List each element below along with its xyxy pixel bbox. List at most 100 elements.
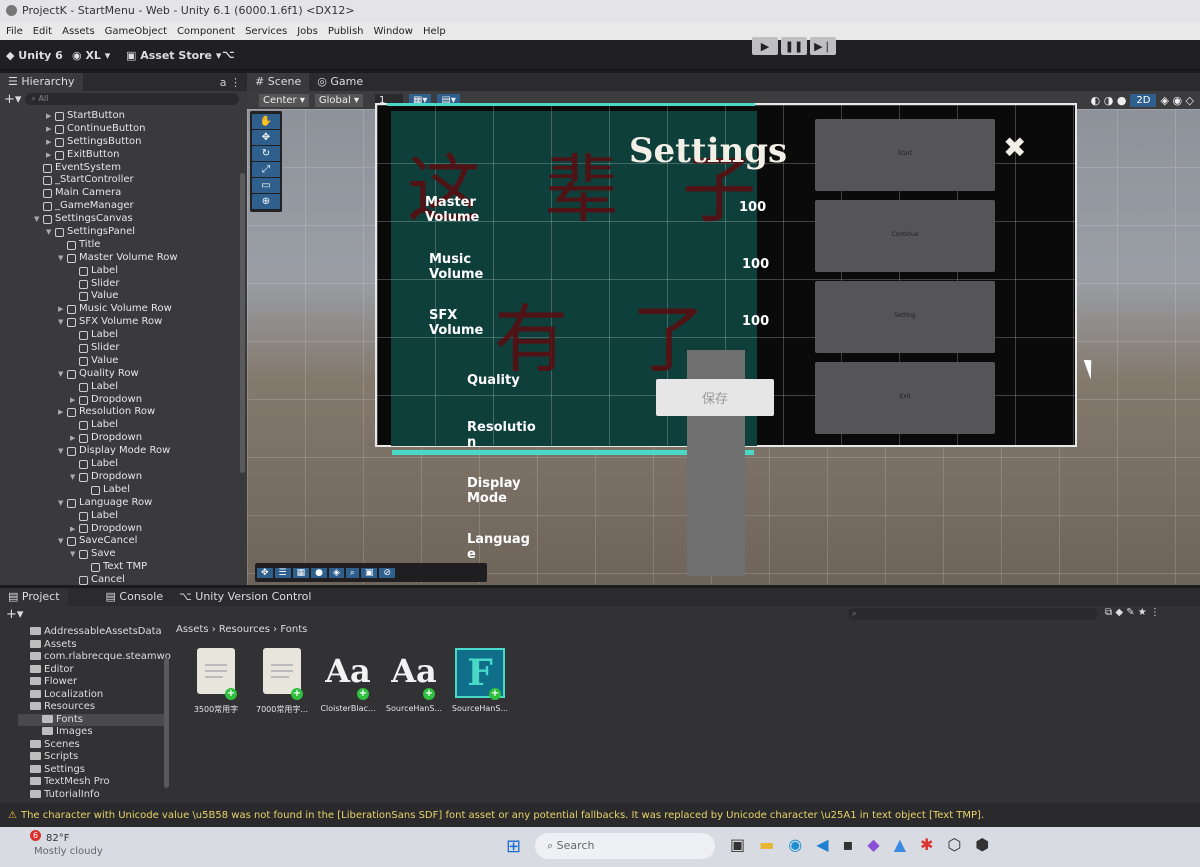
hierarchy-item[interactable]: ▼ SaveCancel xyxy=(0,535,247,548)
task-view-icon[interactable]: ▣ xyxy=(730,835,745,854)
tab-hierarchy[interactable]: ☰ Hierarchy xyxy=(0,73,83,91)
breadcrumb-resources[interactable]: Resources xyxy=(219,624,270,635)
menu-item-window[interactable]: Window xyxy=(374,26,413,37)
hierarchy-item[interactable]: ▶ Dropdown xyxy=(0,394,247,407)
expand-arrow-icon[interactable]: ▶ xyxy=(70,523,79,536)
transform-tool-icon[interactable]: ⊕ xyxy=(252,194,280,209)
hierarchy-item[interactable]: _GameManager xyxy=(0,200,247,213)
hierarchy-item[interactable]: Slider xyxy=(0,342,247,355)
unity-editor-icon[interactable]: ⬢ xyxy=(975,835,989,854)
edge-icon[interactable]: ◉ xyxy=(788,835,802,854)
asset-tile[interactable]: Aa + SourceHanS... xyxy=(383,648,445,715)
hierarchy-item[interactable]: Label xyxy=(0,510,247,523)
expand-arrow-icon[interactable]: ▼ xyxy=(58,252,67,265)
tab-game[interactable]: ◎ Game xyxy=(309,73,371,91)
play-icon[interactable]: ▶ xyxy=(752,37,778,55)
tab-scene[interactable]: # Scene xyxy=(247,73,310,91)
expand-arrow-icon[interactable]: ▼ xyxy=(58,316,67,329)
asset-tile[interactable]: F + SourceHanS... xyxy=(449,648,511,715)
hierarchy-item[interactable]: Label xyxy=(0,381,247,394)
overlay-move-icon[interactable]: ✥ xyxy=(257,567,273,578)
hierarchy-item[interactable]: _StartController xyxy=(0,174,247,187)
breadcrumb-assets[interactable]: Assets xyxy=(176,624,209,635)
console-status-bar[interactable]: ⚠ The character with Unicode value \u5B5… xyxy=(0,803,1200,827)
expand-arrow-icon[interactable]: ▼ xyxy=(70,471,79,484)
taskbar-search-input[interactable]: ⌕ Search xyxy=(535,833,715,859)
expand-arrow-icon[interactable]: ▼ xyxy=(58,497,67,510)
hierarchy-item[interactable]: Cancel xyxy=(0,574,247,587)
hierarchy-item[interactable]: ▶ ExitButton xyxy=(0,149,247,162)
hierarchy-item[interactable]: Main Camera xyxy=(0,187,247,200)
hierarchy-item[interactable]: Label xyxy=(0,265,247,278)
expand-arrow-icon[interactable]: ▶ xyxy=(70,394,79,407)
account-button[interactable]: ◉ XL ▾ xyxy=(72,49,110,62)
overlay-compass-icon[interactable]: ⊘ xyxy=(379,567,396,578)
project-folder[interactable]: AddressableAssetsData xyxy=(18,626,168,639)
project-folder[interactable]: Scripts xyxy=(18,751,168,764)
hierarchy-item[interactable]: Title xyxy=(0,239,247,252)
expand-arrow-icon[interactable]: ▼ xyxy=(46,226,55,239)
hierarchy-item[interactable]: ▼ SettingsPanel xyxy=(0,226,247,239)
overlay-layers-icon[interactable]: ◈ xyxy=(329,567,344,578)
project-filter-icons[interactable]: ⧉ ◆ ✎ ★ ⋮ xyxy=(1105,607,1160,618)
file-explorer-icon[interactable]: ▬ xyxy=(759,835,774,854)
project-folder[interactable]: Assets xyxy=(18,639,168,652)
hierarchy-item[interactable]: ▶ StartButton xyxy=(0,110,247,123)
tab-version-control[interactable]: ⌥ Unity Version Control xyxy=(171,588,319,606)
hierarchy-item[interactable]: Value xyxy=(0,290,247,303)
scene-view[interactable]: # Scene ◎ Game Center ▾ Global ▾ 1 ▦▾ ▤▾… xyxy=(247,73,1200,585)
project-folder[interactable]: TutorialInfo xyxy=(18,789,168,802)
menu-item-jobs[interactable]: Jobs xyxy=(297,26,318,37)
expand-arrow-icon[interactable]: ▶ xyxy=(46,149,55,162)
close-icon[interactable]: ✖ xyxy=(1003,131,1026,164)
unity-hub-icon[interactable]: ⬡ xyxy=(947,835,961,854)
asset-tile[interactable]: +3500常用字 xyxy=(185,648,247,715)
overlay-search-icon[interactable]: ⌕ xyxy=(345,567,359,578)
menu-item-assets[interactable]: Assets xyxy=(62,26,95,37)
hierarchy-item[interactable]: Label xyxy=(0,419,247,432)
expand-arrow-icon[interactable]: ▼ xyxy=(34,213,43,226)
hierarchy-item[interactable]: Label xyxy=(0,458,247,471)
project-folder[interactable]: Resources xyxy=(18,701,168,714)
menu-item-services[interactable]: Services xyxy=(245,26,287,37)
add-icon[interactable]: +▾ xyxy=(4,92,21,107)
hierarchy-item[interactable]: EventSystem xyxy=(0,162,247,175)
space-dropdown[interactable]: Global ▾ xyxy=(314,93,363,107)
photos-icon[interactable]: ▲ xyxy=(894,835,906,854)
visibility-icon[interactable]: ◈ ◉ ◇ xyxy=(1160,94,1194,107)
hierarchy-item[interactable]: Slider xyxy=(0,278,247,291)
overlay-camera-icon[interactable]: ▣ xyxy=(360,567,378,578)
expand-arrow-icon[interactable]: ▼ xyxy=(58,368,67,381)
hierarchy-item[interactable]: ▶ Dropdown xyxy=(0,432,247,445)
version-control-icon[interactable]: ⌥ xyxy=(222,48,235,61)
expand-arrow-icon[interactable]: ▶ xyxy=(58,406,67,419)
hierarchy-item[interactable]: ▼ Save xyxy=(0,548,247,561)
app-icon[interactable]: ◆ xyxy=(867,835,879,854)
pivot-dropdown[interactable]: Center ▾ xyxy=(259,93,309,107)
save-button[interactable]: 保存 xyxy=(656,379,774,416)
breadcrumb-fonts[interactable]: Fonts xyxy=(280,624,307,635)
project-folder[interactable]: Scenes xyxy=(18,739,168,752)
rotate-tool-icon[interactable]: ↻ xyxy=(252,146,280,161)
project-folder[interactable]: Settings xyxy=(18,764,168,777)
mode-2d-button[interactable]: 2D xyxy=(1130,93,1157,107)
vscode-icon[interactable]: ◀ xyxy=(816,835,828,854)
hierarchy-item[interactable]: Label xyxy=(0,484,247,497)
expand-arrow-icon[interactable]: ▶ xyxy=(70,432,79,445)
project-folder[interactable]: Editor xyxy=(18,664,168,677)
tab-console[interactable]: ▤ Console xyxy=(98,588,172,606)
expand-arrow-icon[interactable]: ▼ xyxy=(70,548,79,561)
project-folder[interactable]: Localization xyxy=(18,689,168,702)
hierarchy-item[interactable]: ▼ Language Row xyxy=(0,497,247,510)
hand-tool-icon[interactable]: ✋ xyxy=(252,114,280,129)
menu-item-gameobject[interactable]: GameObject xyxy=(105,26,167,37)
hierarchy-item[interactable]: ▶ ContinueButton xyxy=(0,123,247,136)
project-folder[interactable]: Images xyxy=(18,726,168,739)
terminal-icon[interactable]: ▪ xyxy=(843,835,854,854)
hierarchy-item[interactable]: Text TMP xyxy=(0,561,247,574)
hierarchy-item[interactable]: Value xyxy=(0,355,247,368)
move-tool-icon[interactable]: ✥ xyxy=(252,130,280,145)
scale-tool-icon[interactable]: ⤢ xyxy=(252,162,280,177)
shading-icon[interactable]: ◐ ◑ ● xyxy=(1091,94,1127,107)
hierarchy-item[interactable]: ▼ SFX Volume Row xyxy=(0,316,247,329)
